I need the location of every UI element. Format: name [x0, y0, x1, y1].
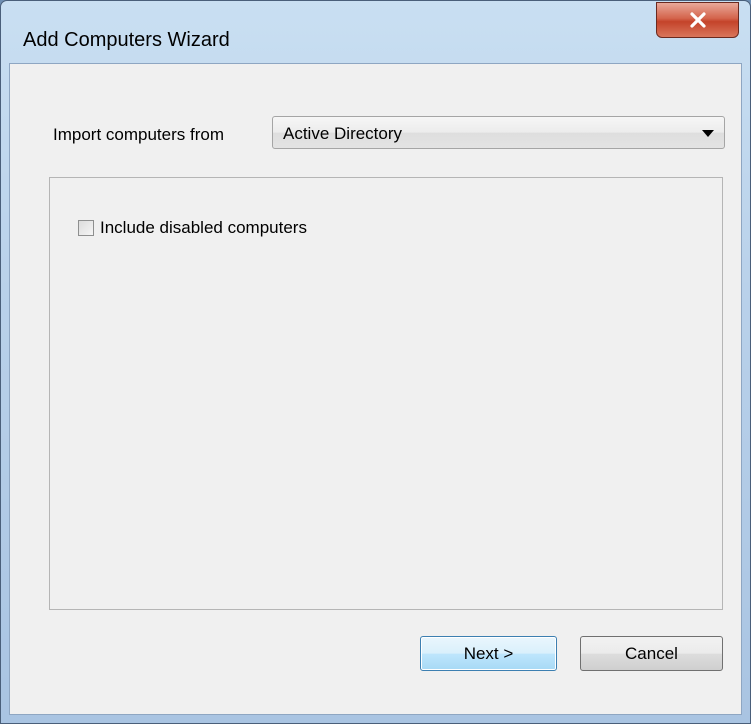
include-disabled-label[interactable]: Include disabled computers [100, 218, 307, 238]
dialog-body: Import computers from Active Directory I… [9, 63, 742, 715]
chevron-down-icon [702, 130, 714, 137]
window-title: Add Computers Wizard [23, 29, 230, 51]
import-from-label: Import computers from [53, 125, 224, 144]
close-button[interactable] [656, 2, 739, 38]
next-button[interactable]: Next > [420, 636, 557, 671]
cancel-button[interactable]: Cancel [580, 636, 723, 671]
include-disabled-option[interactable]: Include disabled computers [78, 218, 307, 238]
import-source-value: Active Directory [283, 124, 403, 143]
title-bar[interactable]: Add Computers Wizard [1, 1, 751, 63]
close-icon [689, 12, 706, 28]
include-disabled-checkbox[interactable] [78, 220, 94, 236]
add-computers-wizard-window: Add Computers Wizard Import computers fr… [0, 0, 751, 724]
options-panel: Include disabled computers [49, 177, 723, 610]
import-source-dropdown[interactable]: Active Directory [272, 116, 725, 149]
